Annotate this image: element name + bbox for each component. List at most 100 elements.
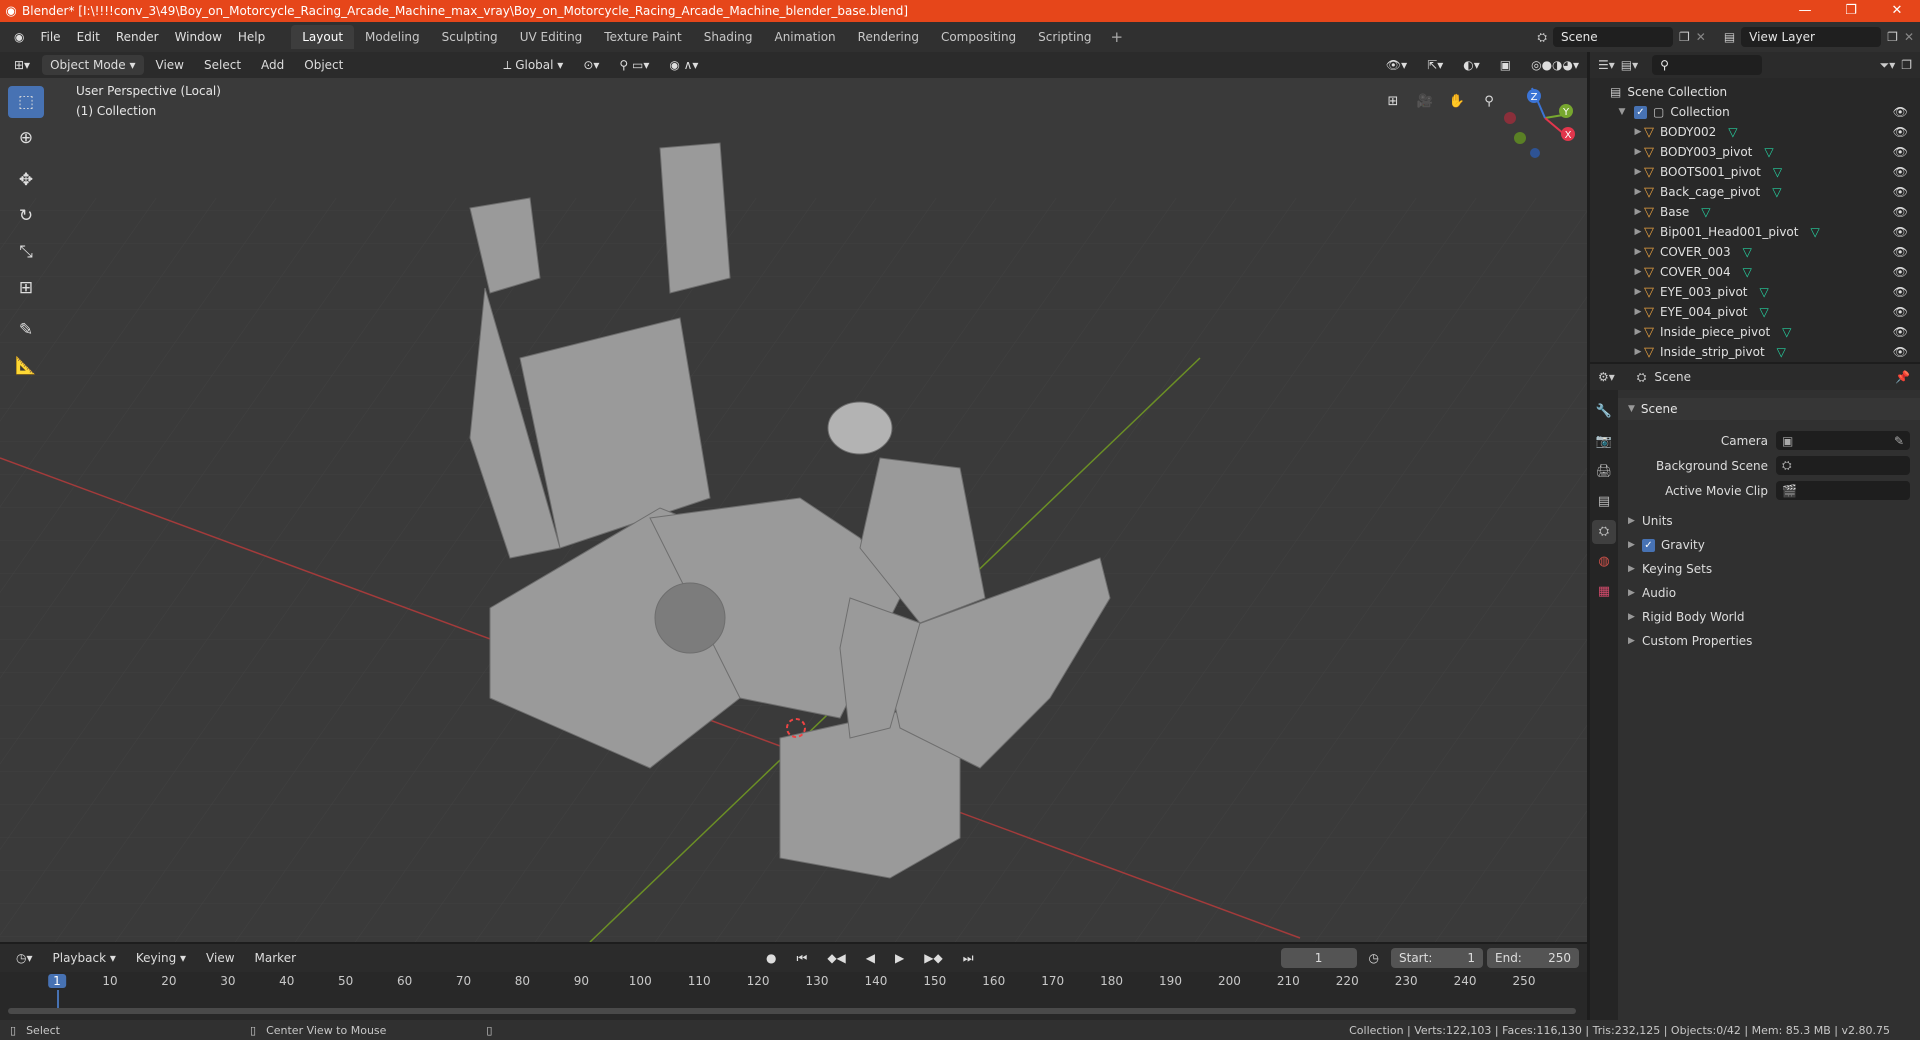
mesh-data-icon[interactable]: ▽: [1764, 145, 1773, 159]
outliner-scene-collection[interactable]: ▤ Scene Collection: [1590, 82, 1920, 102]
shading-modes-icon[interactable]: ◎●◑◕▾: [1523, 55, 1587, 75]
measure-tool-icon[interactable]: 📐: [8, 350, 44, 382]
outliner-item[interactable]: ▶ ▽ Back_cage_pivot ▽ 👁: [1590, 182, 1920, 202]
eye-icon[interactable]: 👁: [1893, 185, 1908, 199]
move-tool-icon[interactable]: ✥: [8, 164, 44, 196]
record-button[interactable]: ●: [758, 948, 784, 968]
add-workspace-button[interactable]: +: [1103, 28, 1132, 46]
visibility-icon[interactable]: 👁▾: [1378, 55, 1415, 75]
mesh-data-icon[interactable]: ▽: [1772, 185, 1781, 199]
transform-tool-icon[interactable]: ⊞: [8, 272, 44, 304]
menu-help[interactable]: Help: [230, 30, 273, 44]
eye-icon[interactable]: 👁: [1893, 125, 1908, 139]
render-tab-icon[interactable]: 📷: [1592, 430, 1616, 454]
outliner-search-input[interactable]: ⚲: [1652, 55, 1763, 75]
outliner-item[interactable]: ▶ ▽ BOOTS001_pivot ▽ 👁: [1590, 162, 1920, 182]
camera-field[interactable]: ▣ ✎: [1776, 431, 1910, 450]
expand-arrow-icon[interactable]: ▶: [1632, 147, 1644, 157]
tab-modeling[interactable]: Modeling: [354, 25, 431, 49]
eye-icon[interactable]: 👁: [1893, 325, 1908, 339]
eye-icon[interactable]: 👁: [1893, 105, 1908, 119]
eye-icon[interactable]: 👁: [1893, 165, 1908, 179]
view-layer-selector[interactable]: View Layer: [1741, 27, 1882, 47]
menu-edit[interactable]: Edit: [69, 30, 108, 44]
menu-select[interactable]: Select: [196, 55, 249, 75]
tab-sculpting[interactable]: Sculpting: [431, 25, 509, 49]
xray-icon[interactable]: ▣: [1492, 55, 1519, 75]
gizmo-toggle-icon[interactable]: ⇱▾: [1419, 55, 1451, 75]
new-collection-icon[interactable]: ❐: [1901, 58, 1912, 72]
expand-arrow-icon[interactable]: ▶: [1632, 247, 1644, 257]
menu-add[interactable]: Add: [253, 55, 292, 75]
select-box-tool-icon[interactable]: ⬚: [8, 86, 44, 118]
jump-end-icon[interactable]: ⏭: [955, 948, 982, 968]
cursor-tool-icon[interactable]: ⊕: [8, 122, 44, 154]
outliner-item[interactable]: ▶ ▽ BODY002 ▽ 👁: [1590, 122, 1920, 142]
menu-object[interactable]: Object: [296, 55, 351, 75]
expand-arrow-icon[interactable]: ▶: [1632, 267, 1644, 277]
display-mode-icon[interactable]: ▤▾: [1621, 58, 1638, 72]
background-scene-field[interactable]: ⛭: [1776, 456, 1910, 475]
gravity-checkbox[interactable]: ✓: [1642, 538, 1655, 552]
tab-uv-editing[interactable]: UV Editing: [509, 25, 594, 49]
new-view-layer-icon[interactable]: ❐: [1887, 30, 1898, 44]
preview-range-icon[interactable]: ◷: [1361, 948, 1387, 968]
menu-keying[interactable]: Keying ▾: [128, 948, 194, 968]
tab-compositing[interactable]: Compositing: [930, 25, 1027, 49]
mesh-data-icon[interactable]: ▽: [1743, 245, 1752, 259]
rotate-tool-icon[interactable]: ↻: [8, 200, 44, 232]
eye-icon[interactable]: 👁: [1893, 205, 1908, 219]
start-frame-field[interactable]: Start: 1: [1391, 948, 1483, 968]
tab-rendering[interactable]: Rendering: [847, 25, 930, 49]
maximize-button[interactable]: ❐: [1828, 0, 1874, 22]
custom-properties-subpanel[interactable]: ▶ Custom Properties: [1618, 629, 1920, 653]
expand-arrow-icon[interactable]: ▶: [1632, 207, 1644, 217]
scene-selector[interactable]: Scene: [1553, 27, 1673, 47]
menu-marker[interactable]: Marker: [247, 948, 304, 968]
timeline-scrollbar[interactable]: [8, 1008, 1576, 1014]
texture-tab-icon[interactable]: ▦: [1592, 580, 1616, 604]
close-button[interactable]: ✕: [1874, 0, 1920, 22]
mesh-data-icon[interactable]: ▽: [1760, 305, 1769, 319]
timeline-editor-icon[interactable]: ◷▾: [8, 948, 41, 968]
outliner-editor-icon[interactable]: ☰▾: [1598, 58, 1615, 72]
blender-menu-icon[interactable]: ◉: [6, 30, 32, 44]
outliner-item[interactable]: ▶ ▽ EYE_003_pivot ▽ 👁: [1590, 282, 1920, 302]
prev-keyframe-icon[interactable]: ◆◀: [819, 948, 853, 968]
snap-icon[interactable]: ⚲ ▭▾: [611, 55, 657, 75]
timeline[interactable]: 1 10 20 30 40 50 60 70 80 90 100 110 120 130 140 150 160…: [0, 972, 1587, 1020]
mesh-data-icon[interactable]: ▽: [1743, 265, 1752, 279]
tab-texture-paint[interactable]: Texture Paint: [593, 25, 692, 49]
toggle-grid-view-icon[interactable]: ⊞: [1380, 88, 1406, 114]
eye-icon[interactable]: 👁: [1893, 245, 1908, 259]
play-reverse-icon[interactable]: ◀: [858, 948, 883, 968]
eye-icon[interactable]: 👁: [1893, 305, 1908, 319]
eye-icon[interactable]: 👁: [1893, 225, 1908, 239]
outliner-item[interactable]: ▶ ▽ EYE_004_pivot ▽ 👁: [1590, 302, 1920, 322]
scale-tool-icon[interactable]: ⤡: [8, 236, 44, 268]
new-scene-icon[interactable]: ❐: [1679, 30, 1690, 44]
tab-shading[interactable]: Shading: [693, 25, 764, 49]
outliner-collection[interactable]: ▼ ✓ ▢ Collection 👁: [1590, 102, 1920, 122]
scene-panel-header[interactable]: ▼ Scene: [1618, 398, 1920, 420]
play-icon[interactable]: ▶: [887, 948, 912, 968]
menu-window[interactable]: Window: [167, 30, 230, 44]
mesh-data-icon[interactable]: ▽: [1728, 125, 1737, 139]
outliner-item[interactable]: ▶ ▽ Bip001_Head001_pivot ▽ 👁: [1590, 222, 1920, 242]
properties-editor-icon[interactable]: ⚙▾: [1598, 370, 1615, 384]
world-tab-icon[interactable]: ◍: [1592, 550, 1616, 574]
expand-arrow-icon[interactable]: ▶: [1632, 187, 1644, 197]
outliner-item[interactable]: ▶ ▽ Inside_strip_pivot ▽ 👁: [1590, 342, 1920, 362]
pin-icon[interactable]: 📌: [1895, 370, 1910, 384]
filter-icon[interactable]: ⏷▾: [1880, 58, 1896, 73]
eye-icon[interactable]: 👁: [1893, 265, 1908, 279]
3d-viewport[interactable]: Z Y X User Perspective (Local) (1) Colle…: [0, 78, 1587, 942]
current-frame-field[interactable]: 1: [1280, 948, 1357, 968]
timeline-ruler[interactable]: 1 10 20 30 40 50 60 70 80 90 100 110 120 130 140 150 160…: [0, 972, 1587, 992]
expand-arrow-icon[interactable]: ▶: [1632, 347, 1644, 357]
mesh-data-icon[interactable]: ▽: [1701, 205, 1710, 219]
outliner-item[interactable]: ▶ ▽ BODY003_pivot ▽ 👁: [1590, 142, 1920, 162]
outliner-item[interactable]: ▶ ▽ COVER_004 ▽ 👁: [1590, 262, 1920, 282]
eye-icon[interactable]: 👁: [1893, 345, 1908, 359]
tab-layout[interactable]: Layout: [291, 25, 355, 49]
